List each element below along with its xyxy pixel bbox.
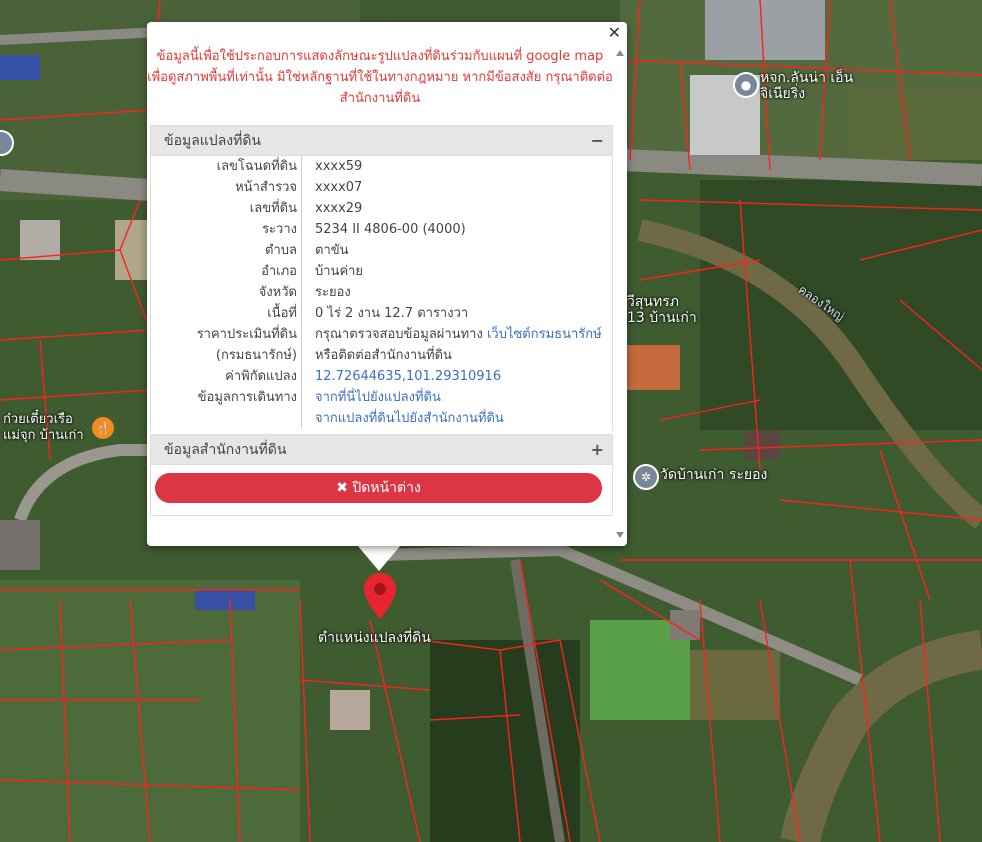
- place-pin-icon[interactable]: ●: [733, 72, 759, 98]
- parcel-info-panel: ข้อมูลแปลงที่ดิน − เลขโฉนดที่ดิน xxxx59 ห…: [150, 125, 613, 431]
- disclaimer-notice: ข้อมูลนี้เพื่อใช้ประกอบการแสดงลักษณะรูปแ…: [147, 49, 613, 106]
- close-icon[interactable]: ✕: [608, 24, 621, 42]
- parcel-info-table: เลขโฉนดที่ดิน xxxx59 หน้าสำรวจ xxxx07 เลขท…: [151, 156, 610, 429]
- place-label-temple[interactable]: วัดบ้านเก่า ระยอง: [660, 467, 767, 483]
- parcel-panel-title: ข้อมูลแปลงที่ดิน: [164, 133, 262, 149]
- place-label-top-right[interactable]: หจก.ลันน่า เอ็น จิเนียริ่ง: [760, 70, 853, 102]
- collapse-icon[interactable]: −: [591, 126, 604, 156]
- route-to-land-office-link[interactable]: จากแปลงที่ดินไปยังสำนักงานที่ดิน: [315, 411, 504, 426]
- info-row-deed-number: เลขโฉนดที่ดิน xxxx59: [151, 156, 610, 177]
- info-row-survey-page: หน้าสำรวจ xxxx07: [151, 177, 610, 198]
- treasury-website-link[interactable]: เว็บไซต์กรมธนารักษ์: [487, 327, 602, 342]
- popup-scrollbar[interactable]: [615, 46, 625, 542]
- info-row-subdistrict: ตำบล ตาขัน: [151, 240, 610, 261]
- restaurant-icon[interactable]: 🍴: [92, 417, 114, 439]
- info-row-travel-2: จากแปลงที่ดินไปยังสำนักงานที่ดิน: [151, 408, 610, 429]
- info-row-coordinates: ค่าพิกัดแปลง 12.72644635,101.29310916: [151, 366, 610, 387]
- office-panel-title: ข้อมูลสำนักงานที่ดิน: [164, 442, 287, 458]
- info-row-appraisal-price: ราคาประเมินที่ดิน กรุณาตรวจสอบข้อมูลผ่าน…: [151, 324, 610, 345]
- scroll-up-icon[interactable]: [616, 50, 624, 56]
- close-window-button[interactable]: ✖ ปิดหน้าต่าง: [155, 473, 602, 503]
- office-panel-header[interactable]: ข้อมูลสำนักงานที่ดิน +: [151, 435, 612, 465]
- info-row-area: เนื้อที่ 0 ไร่ 2 งาน 12.7 ตารางวา: [151, 303, 610, 324]
- coordinates-link[interactable]: 12.72644635,101.29310916: [315, 369, 501, 384]
- info-row-province: จังหวัด ระยอง: [151, 282, 610, 303]
- info-row-land-number: เลขที่ดิน xxxx29: [151, 198, 610, 219]
- expand-icon[interactable]: +: [591, 435, 604, 465]
- route-to-parcel-link[interactable]: จากที่นี่ไปยังแปลงที่ดิน: [315, 390, 441, 405]
- parcel-panel-header[interactable]: ข้อมูลแปลงที่ดิน −: [151, 126, 612, 156]
- close-button-icon: ✖: [336, 480, 348, 496]
- place-label-school[interactable]: วีสุนทรภ 13 บ้านเก่า: [627, 294, 697, 326]
- info-row-map-sheet: ระวาง 5234 II 4806-00 (4000): [151, 219, 610, 240]
- parcel-location-marker[interactable]: [364, 573, 396, 619]
- popup-tail: [357, 545, 401, 571]
- info-row-appraisal-price-2: (กรมธนารักษ์) หรือติดต่อสำนักงานที่ดิน: [151, 345, 610, 366]
- temple-icon[interactable]: ✲: [633, 464, 659, 490]
- close-button-label: ปิดหน้าต่าง: [352, 480, 421, 496]
- info-row-travel: ข้อมูลการเดินทาง จากที่นี่ไปยังแปลงที่ดิน: [151, 387, 610, 408]
- marker-label: ตำแหน่งแปลงที่ดิน: [318, 630, 431, 646]
- parcel-info-popup: ✕ ข้อมูลนี้เพื่อใช้ประกอบการแสดงลักษณะรู…: [147, 22, 627, 546]
- info-row-district: อำเภอ บ้านค่าย: [151, 261, 610, 282]
- land-office-panel: ข้อมูลสำนักงานที่ดิน + ✖ ปิดหน้าต่าง: [150, 434, 613, 516]
- place-label-noodle-shop[interactable]: ก๋วยเตี๋ยวเรือ แม่จุก บ้านเก่า: [3, 412, 91, 444]
- scroll-down-icon[interactable]: [616, 532, 624, 538]
